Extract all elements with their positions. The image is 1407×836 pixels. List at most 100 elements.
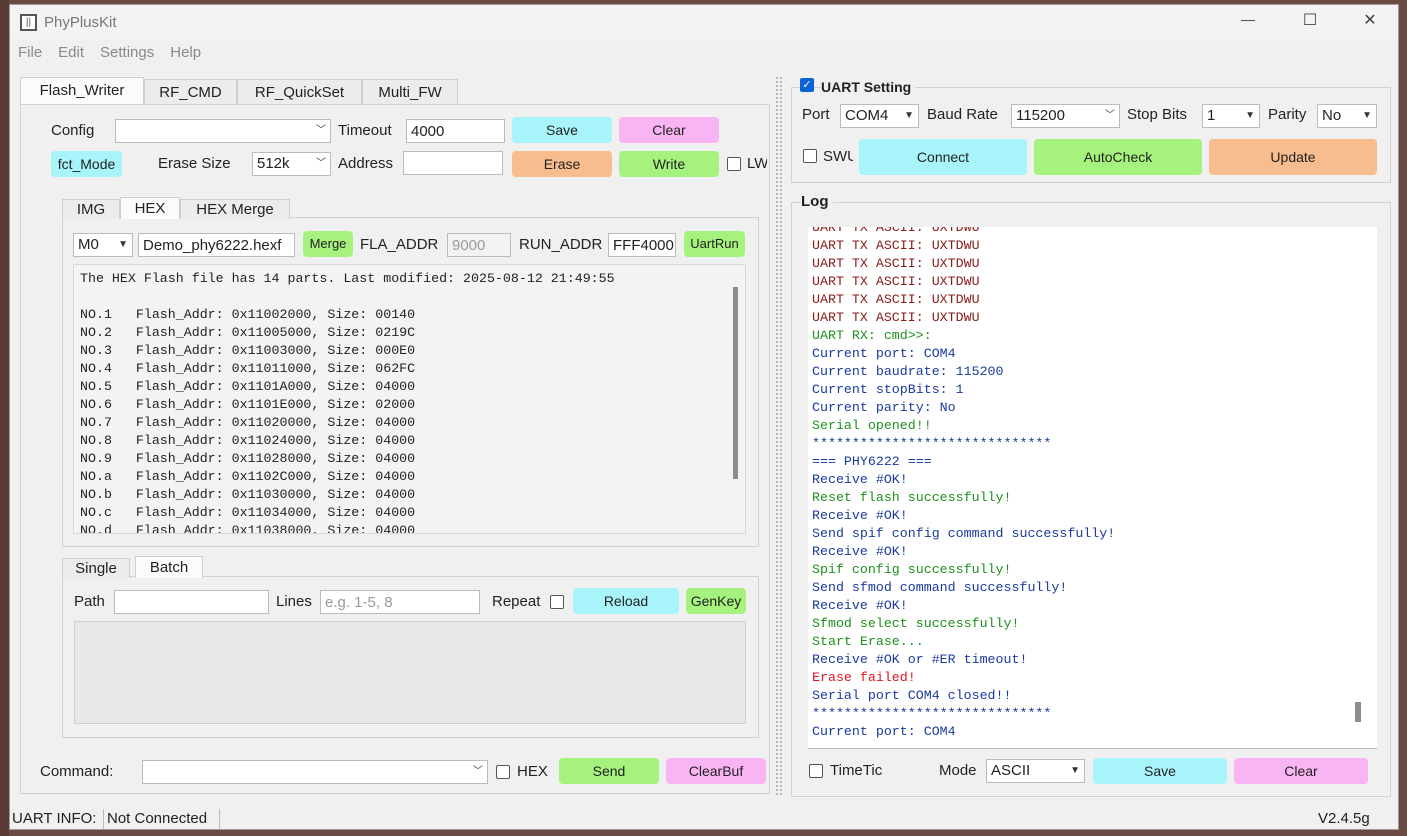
subtab-img[interactable]: IMG (62, 199, 120, 219)
chevron-down-icon: ﹀ (473, 766, 483, 777)
log-line: Reset flash successfully! (812, 490, 1012, 505)
window-title: PhyPlusKit (44, 14, 117, 31)
subtab-batch[interactable]: Batch (135, 556, 203, 578)
log-line: Receive #OK! (812, 544, 908, 559)
minimize-icon[interactable]: — (1238, 11, 1258, 27)
clearbuf-button[interactable]: ClearBuf (666, 758, 766, 784)
baud-rate-select[interactable]: 115200 ﹀ (1011, 104, 1120, 128)
chevron-down-icon: ▼ (1245, 110, 1255, 121)
log-mode-label: Mode (939, 762, 977, 779)
uart-setting-title: UART Setting (821, 75, 916, 99)
fla-addr-label: FLA_ADDR (360, 236, 439, 253)
hex-line: NO.a Flash_Addr: 0x1102C000, Size: 04000 (80, 469, 416, 484)
log-clear-button[interactable]: Clear (1234, 758, 1368, 784)
run-addr-input[interactable]: FFF4000 (608, 233, 676, 257)
hex-line: NO.b Flash_Addr: 0x11030000, Size: 04000 (80, 487, 416, 502)
erase-size-select[interactable]: 512k ﹀ (252, 152, 331, 176)
log-line: UART TX ASCII: UXTDWU (812, 238, 980, 253)
lines-label: Lines (276, 593, 312, 610)
lines-input[interactable]: e.g. 1-5, 8 (320, 590, 480, 614)
hex-scrollbar-thumb[interactable] (733, 287, 738, 479)
log-line: Send sfmod command successfully! (812, 580, 1068, 595)
right-pane: ✓ UART Setting Port COM4 ▼ Baud Rate 1152… (791, 75, 1391, 797)
hex-line: NO.2 Flash_Addr: 0x11005000, Size: 0219C (80, 325, 416, 340)
parity-label: Parity (1268, 106, 1307, 123)
close-icon[interactable]: ✕ (1360, 10, 1380, 30)
subtab-hex-merge[interactable]: HEX Merge (180, 199, 290, 219)
uartrun-button[interactable]: UartRun (684, 231, 745, 257)
connect-button[interactable]: Connect (859, 139, 1027, 175)
menu-file[interactable]: File (10, 39, 50, 67)
fct-mode-button[interactable]: fct_Mode (51, 151, 122, 177)
erase-button[interactable]: Erase (512, 151, 612, 177)
reload-button[interactable]: Reload (573, 588, 679, 614)
log-line: Start Erase... (812, 634, 924, 649)
menu-edit[interactable]: Edit (50, 39, 92, 67)
menu-help[interactable]: Help (162, 39, 209, 67)
chevron-down-icon: ▼ (904, 110, 914, 121)
genkey-button[interactable]: GenKey (686, 588, 746, 614)
fla-addr-input[interactable]: 9000 (447, 233, 511, 257)
subtab-hex[interactable]: HEX (120, 197, 180, 219)
log-scrollbar-thumb[interactable] (1355, 702, 1361, 722)
swu-checkbox[interactable] (803, 149, 817, 163)
log-line: ****************************** (812, 436, 1052, 451)
path-input[interactable] (114, 590, 269, 614)
log-line: Spif config successfully! (812, 562, 1012, 577)
timetic-label: TimeTic (830, 762, 883, 779)
config-clear-button[interactable]: Clear (619, 117, 719, 143)
repeat-checkbox[interactable] (550, 595, 564, 609)
address-input[interactable] (403, 151, 503, 175)
left-pane: Flash_Writer RF_CMD RF_QuickSet Multi_FW… (20, 77, 770, 795)
chevron-down-icon: ▼ (1070, 765, 1080, 776)
command-select[interactable]: ﹀ (142, 760, 488, 784)
tab-rf-quickset[interactable]: RF_QuickSet (237, 79, 362, 105)
log-line: Serial port COM4 closed!! (812, 688, 1012, 703)
port-select[interactable]: COM4 ▼ (840, 104, 919, 128)
command-label: Command: (40, 763, 114, 780)
log-line: Current port: COM4 (812, 346, 956, 361)
autocheck-button[interactable]: AutoCheck (1034, 139, 1202, 175)
write-button[interactable]: Write (619, 151, 719, 177)
batch-list[interactable] (74, 621, 746, 724)
log-line: Send spif config command successfully! (812, 526, 1116, 541)
run-addr-label: RUN_ADDR (519, 236, 603, 253)
update-button[interactable]: Update (1209, 139, 1377, 175)
parity-select[interactable]: No ▼ (1317, 104, 1377, 128)
tab-rf-cmd[interactable]: RF_CMD (144, 79, 237, 105)
title-bar: || PhyPlusKit — ☐ ✕ (10, 5, 1398, 39)
log-save-button[interactable]: Save (1093, 758, 1227, 784)
config-select[interactable]: ﹀ (115, 119, 331, 143)
log-line: Receive #OK! (812, 598, 908, 613)
log-line: Current stopBits: 1 (812, 382, 964, 397)
uart-setting-checkbox[interactable]: ✓ (800, 78, 814, 92)
log-output: UART TX ASCII: UXTDWU UART TX ASCII: UXTD… (808, 227, 1377, 749)
maximize-icon[interactable]: ☐ (1300, 10, 1320, 30)
hex-line: NO.9 Flash_Addr: 0x11028000, Size: 04000 (80, 451, 416, 466)
mode-select[interactable]: M0 ▼ (73, 233, 133, 257)
timetic-checkbox[interactable] (809, 764, 823, 778)
hex-line: NO.7 Flash_Addr: 0x11020000, Size: 04000 (80, 415, 416, 430)
hex-checkbox[interactable] (496, 765, 510, 779)
log-title: Log (801, 190, 833, 214)
tab-flash-writer[interactable]: Flash_Writer (20, 77, 144, 105)
stop-bits-select[interactable]: 1 ▼ (1202, 104, 1260, 128)
lw-checkbox[interactable] (727, 157, 741, 171)
tab-multi-fw[interactable]: Multi_FW (362, 79, 458, 105)
send-button[interactable]: Send (559, 758, 659, 784)
config-save-button[interactable]: Save (512, 117, 612, 143)
hex-line: NO.3 Flash_Addr: 0x11003000, Size: 000E0 (80, 343, 416, 358)
log-line: UART RX: cmd>>: (812, 328, 932, 343)
hex-line: NO.6 Flash_Addr: 0x1101E000, Size: 02000 (80, 397, 416, 412)
log-mode-select[interactable]: ASCII ▼ (986, 759, 1085, 783)
menu-settings[interactable]: Settings (92, 39, 162, 67)
splitter-handle[interactable] (776, 77, 782, 795)
hex-output: The HEX Flash file has 14 parts. Last mo… (73, 264, 746, 534)
repeat-label: Repeat (492, 593, 541, 610)
merge-button[interactable]: Merge (303, 231, 353, 257)
config-label: Config (51, 122, 95, 139)
subtab-single[interactable]: Single (62, 558, 130, 578)
timeout-input[interactable]: 4000 (406, 119, 505, 143)
log-line: UART TX ASCII: UXTDWU (812, 310, 980, 325)
hex-file-input[interactable]: Demo_phy6222.hexf (138, 233, 295, 257)
